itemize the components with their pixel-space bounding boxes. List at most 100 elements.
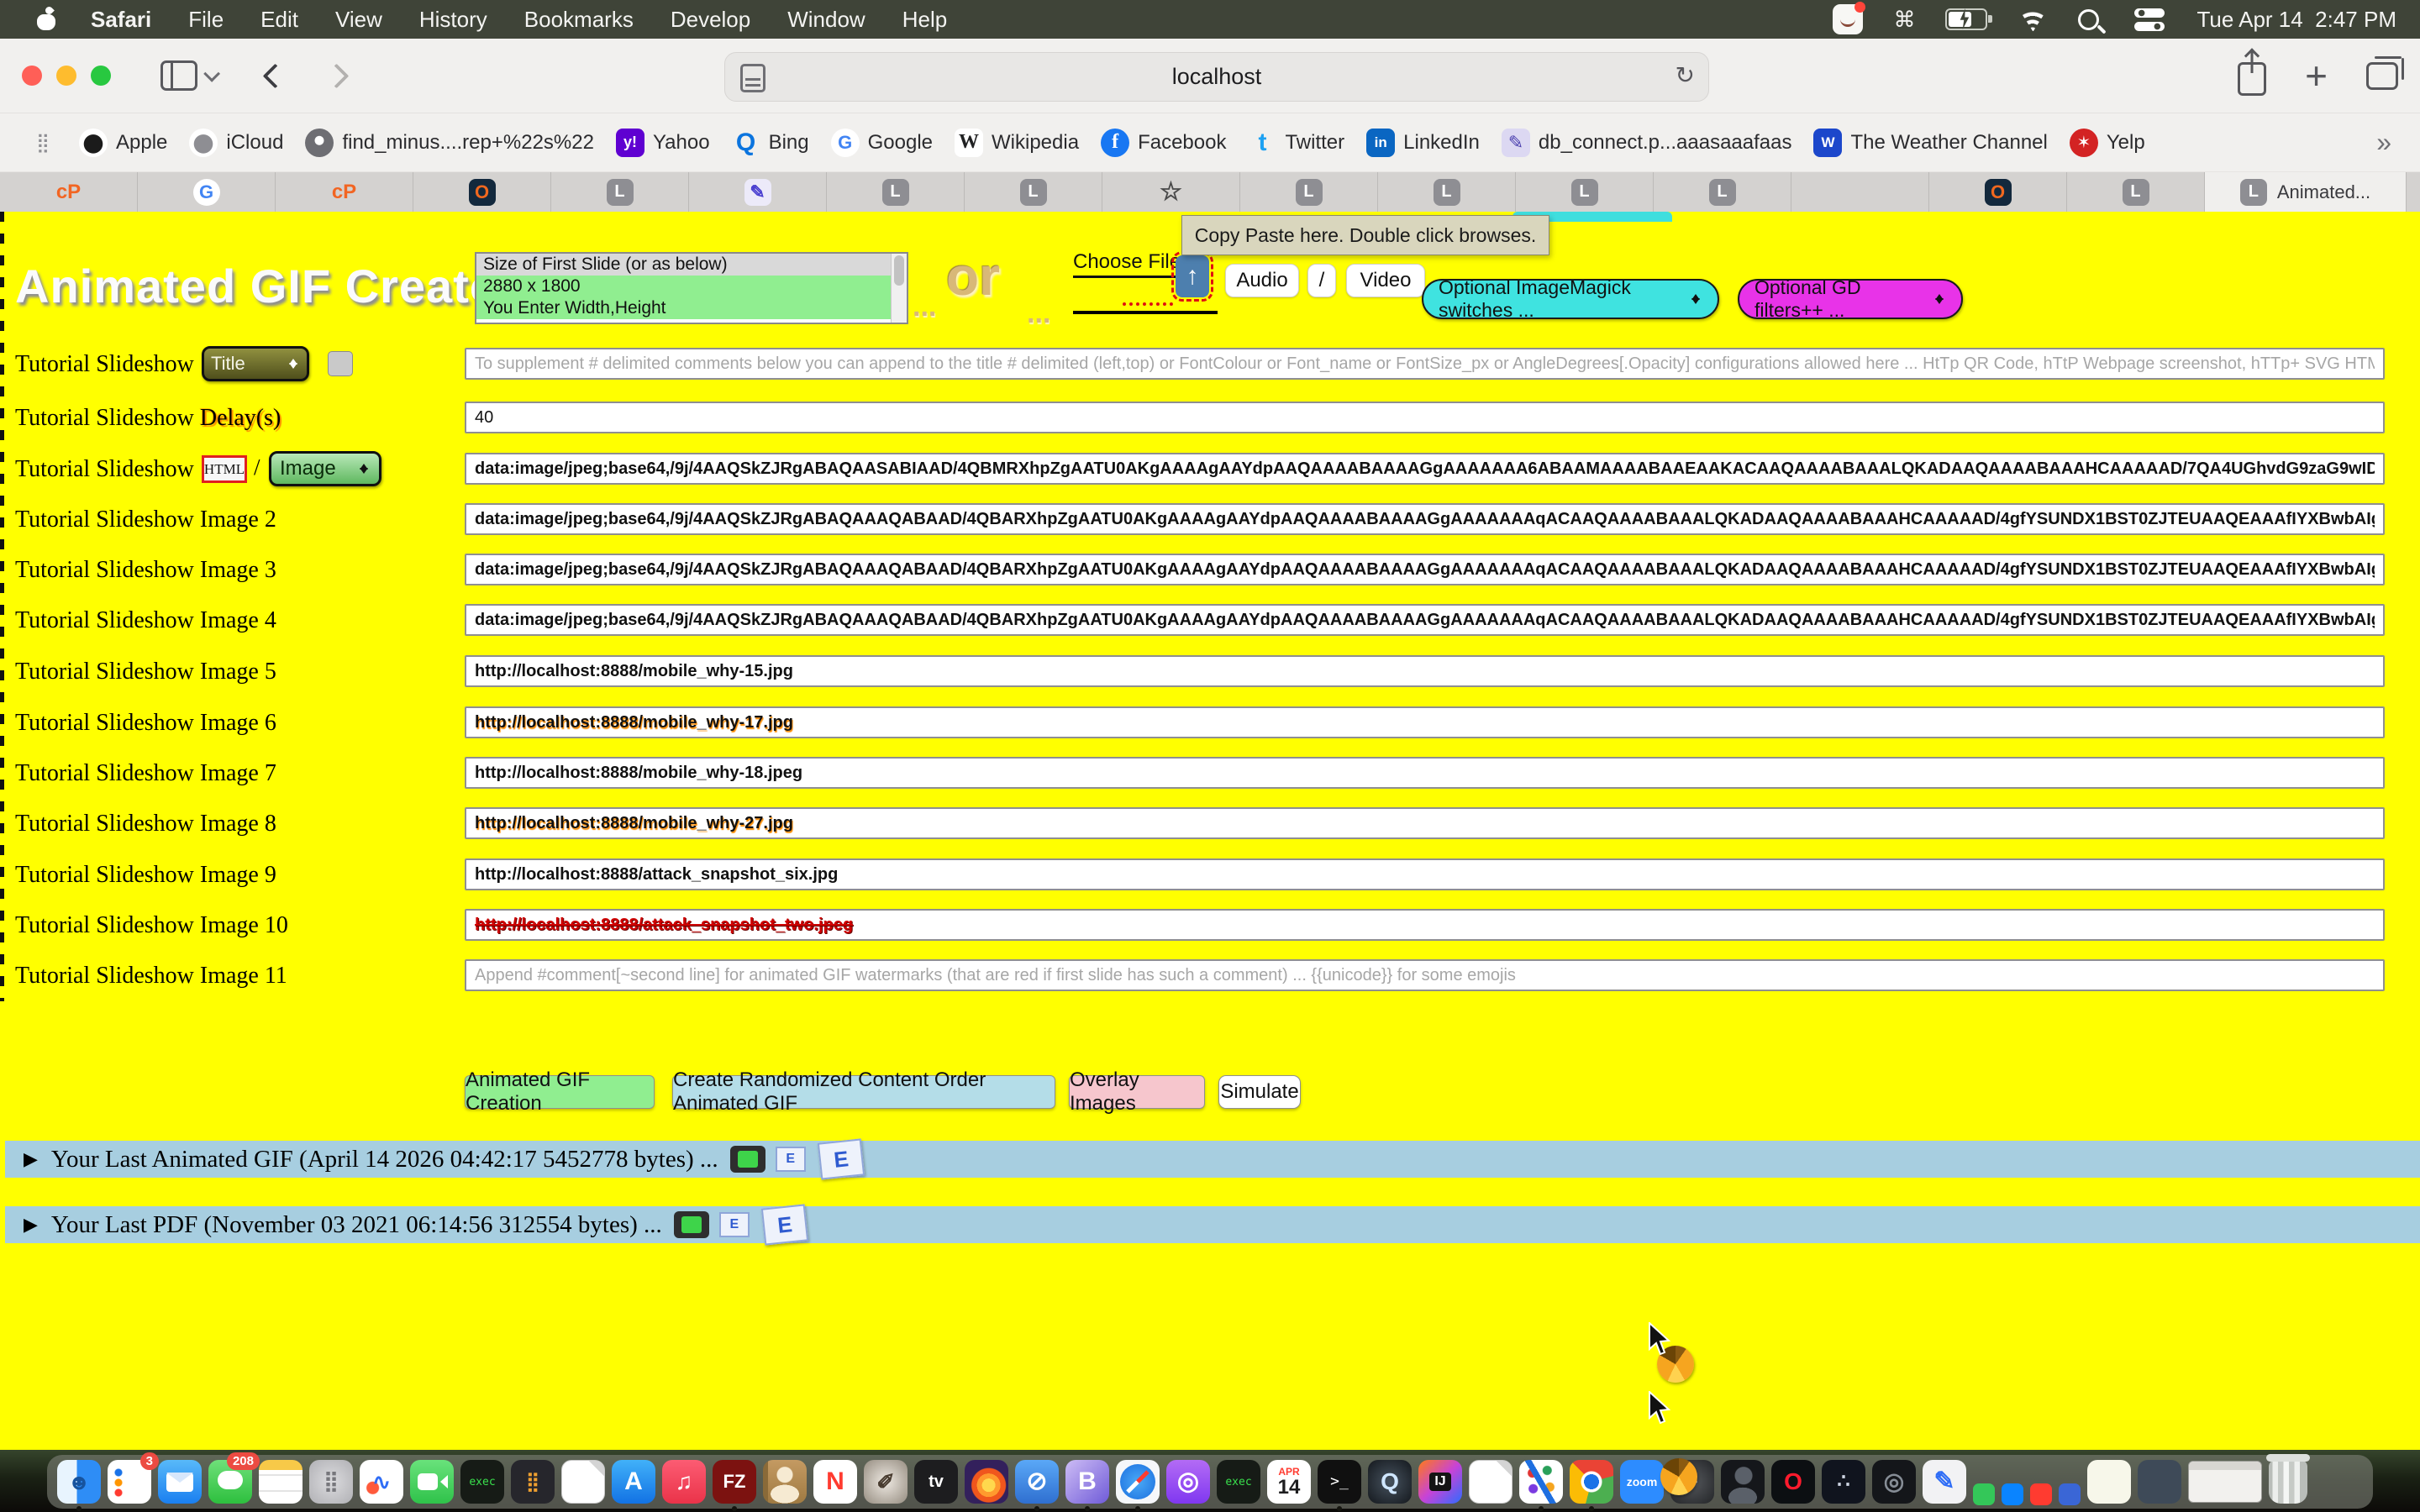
zoom-dock-icon[interactable]: zoom	[1620, 1460, 1664, 1504]
navy-app-dock-icon[interactable]	[2138, 1460, 2181, 1504]
last-animated-gif-details[interactable]: ▶ Your Last Animated GIF (April 14 2026 …	[5, 1141, 2420, 1178]
apple-menu-icon[interactable]	[37, 8, 55, 31]
reminders-dock-icon[interactable]: 3	[108, 1460, 151, 1504]
chrome-dock-icon[interactable]	[1570, 1460, 1613, 1504]
bookmark-icloud[interactable]: iCloud	[189, 129, 283, 157]
audio-button[interactable]: Audio	[1225, 264, 1299, 297]
html-button[interactable]: HTML	[202, 455, 247, 483]
filezilla-dock-icon[interactable]: FZ	[713, 1460, 756, 1504]
animated-gif-creation-button[interactable]: Animated GIF Creation	[465, 1075, 655, 1109]
bookmark-yelp[interactable]: ✶Yelp	[2070, 129, 2145, 157]
tab-15[interactable]: O	[1929, 172, 2067, 212]
launchpad-dock-icon[interactable]: ⣿	[309, 1460, 353, 1504]
menu-bar-clock[interactable]: Tue Apr 14 2:47 PM	[2196, 7, 2396, 33]
size-option-selected[interactable]: 2880 x 1800	[476, 276, 892, 297]
control-center-icon[interactable]	[2134, 8, 2166, 31]
bookmark-weather-channel[interactable]: WThe Weather Channel	[1813, 129, 2047, 157]
menu-develop[interactable]: Develop	[671, 7, 750, 33]
news-dock-icon[interactable]: N	[813, 1460, 857, 1504]
exec-utility-dock-icon[interactable]: exec	[460, 1460, 504, 1504]
sidebar-chevron-icon[interactable]	[203, 66, 220, 82]
terminal-dock-icon[interactable]: >_	[1318, 1460, 1361, 1504]
tab-1[interactable]: cP	[0, 172, 138, 212]
title-select[interactable]: Title	[202, 346, 309, 381]
overlay-images-button[interactable]: Overlay Images	[1069, 1075, 1205, 1109]
menu-safari[interactable]: Safari	[91, 7, 151, 33]
disclosure-triangle-icon[interactable]: ▶	[24, 1214, 38, 1236]
intellij-dock-icon[interactable]: IJ	[1418, 1460, 1462, 1504]
faces-app-dock-icon[interactable]: ∴	[1822, 1460, 1865, 1504]
facetime-dock-icon[interactable]	[410, 1460, 454, 1504]
gd-filters-select[interactable]: Optional GD filters++ ...	[1738, 279, 1963, 319]
email-small-icon[interactable]: E	[719, 1212, 750, 1237]
menu-file[interactable]: File	[188, 7, 224, 33]
keyboard-menu-icon[interactable]: ⌘	[1893, 7, 1915, 33]
slide-8-input[interactable]	[465, 807, 2385, 839]
audio-video-slash-button[interactable]: /	[1307, 264, 1336, 297]
battery-icon[interactable]	[1945, 8, 1987, 30]
zoom-window-button[interactable]	[91, 66, 111, 86]
new-tab-icon[interactable]: +	[2305, 56, 2328, 95]
messages-dock-icon[interactable]: 208	[208, 1460, 252, 1504]
libreoffice-doc-dock-icon[interactable]	[1469, 1460, 1512, 1504]
slide-11-input[interactable]	[465, 959, 2385, 991]
size-option-header[interactable]: Size of First Slide (or as below)	[476, 254, 892, 276]
image-select[interactable]: Image	[269, 451, 381, 486]
bookmark-bookmarks-grid[interactable]: ⣿	[29, 129, 57, 157]
profile-app-dock-icon[interactable]	[1721, 1460, 1765, 1504]
address-bar[interactable]: localhost ↻	[724, 52, 1709, 102]
tab-10[interactable]: L	[1240, 172, 1378, 212]
title-color-swatch[interactable]	[328, 351, 353, 376]
email-large-icon[interactable]: E	[761, 1204, 808, 1245]
stickies-dock-icon[interactable]	[2087, 1460, 2131, 1504]
slide-5-input[interactable]	[465, 655, 2385, 687]
menu-edit[interactable]: Edit	[260, 7, 298, 33]
bookmark-linkedin[interactable]: inLinkedIn	[1366, 129, 1480, 157]
slide-9-input[interactable]	[465, 858, 2385, 890]
minimized-window-dock-icon[interactable]	[2188, 1461, 2262, 1503]
mini-blue-dock-icon[interactable]	[2002, 1483, 2023, 1505]
bookmark-google[interactable]: GGoogle	[831, 129, 933, 157]
bookmark-find-minus[interactable]: find_minus....rep+%22s%22	[305, 129, 594, 157]
size-option-custom[interactable]: You Enter Width,Height	[476, 297, 892, 319]
bookmarks-overflow-chevron[interactable]: »	[2376, 127, 2391, 158]
firefox-dock-icon[interactable]	[965, 1460, 1008, 1504]
bookmark-wikipedia[interactable]: WWikipedia	[955, 129, 1079, 157]
tab-16[interactable]: L	[2067, 172, 2205, 212]
tab-active[interactable]: LAnimated...	[2205, 172, 2407, 212]
contacts-dock-icon[interactable]	[763, 1460, 807, 1504]
gimp-dock-icon[interactable]: ✐	[864, 1460, 908, 1504]
calendar-dock-icon[interactable]: APR14	[1267, 1460, 1311, 1504]
menu-window[interactable]: Window	[787, 7, 865, 33]
mini-green-dock-icon[interactable]	[1973, 1483, 1995, 1505]
reader-view-icon[interactable]	[740, 64, 765, 92]
bookmark-facebook[interactable]: fFacebook	[1101, 129, 1226, 157]
slide-7-input[interactable]	[465, 757, 2385, 789]
music-dock-icon[interactable]: ♫	[662, 1460, 706, 1504]
finder-dock-icon[interactable]: ☻	[57, 1460, 101, 1504]
last-pdf-details[interactable]: ▶ Your Last PDF (November 03 2021 06:14:…	[5, 1206, 2420, 1243]
podcasts-dock-icon[interactable]: ◎	[1166, 1460, 1210, 1504]
close-window-button[interactable]	[22, 66, 42, 86]
no-entry-app-dock-icon[interactable]: ⊘	[1015, 1460, 1059, 1504]
delay-input[interactable]	[465, 402, 2385, 433]
bookmark-twitter[interactable]: tTwitter	[1248, 129, 1344, 157]
title-config-input[interactable]	[465, 348, 2385, 380]
tab-14[interactable]	[1791, 172, 1929, 212]
tab-6[interactable]: ✎	[689, 172, 827, 212]
notification-app-icon[interactable]	[1833, 4, 1863, 34]
lens-app-dock-icon[interactable]: ◎	[1872, 1460, 1916, 1504]
menu-history[interactable]: History	[419, 7, 487, 33]
wifi-icon[interactable]	[2018, 8, 2048, 31]
minimize-window-button[interactable]	[56, 66, 76, 86]
slide-1-input[interactable]	[465, 453, 2385, 485]
share-icon[interactable]	[2238, 62, 2266, 96]
simulate-button[interactable]: Simulate	[1218, 1075, 1301, 1109]
choose-files-button[interactable]: Choose Files	[1073, 250, 1191, 278]
notes-dock-icon[interactable]	[259, 1460, 302, 1504]
size-select-scrollbar[interactable]	[891, 254, 907, 323]
tab-11[interactable]: L	[1378, 172, 1516, 212]
slide-4-input[interactable]	[465, 604, 2385, 636]
bookmark-yahoo[interactable]: y!Yahoo	[616, 129, 710, 157]
slide-2-input[interactable]	[465, 503, 2385, 535]
